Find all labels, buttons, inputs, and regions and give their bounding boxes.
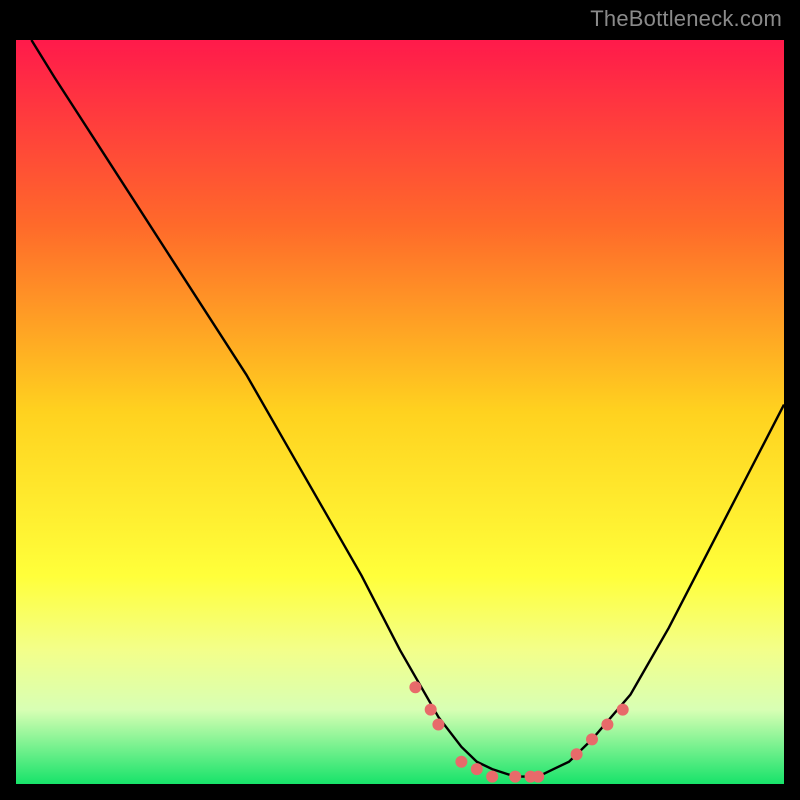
highlight-dot xyxy=(409,681,421,693)
bottleneck-chart xyxy=(16,40,784,784)
highlight-dot xyxy=(432,719,444,731)
watermark-label: TheBottleneck.com xyxy=(590,6,782,32)
highlight-dot xyxy=(471,763,483,775)
highlight-dot xyxy=(601,719,613,731)
highlight-dot xyxy=(571,748,583,760)
highlight-dot xyxy=(486,771,498,783)
highlight-dot xyxy=(532,771,544,783)
highlight-dot xyxy=(586,733,598,745)
chart-background xyxy=(16,40,784,784)
highlight-dot xyxy=(425,704,437,716)
highlight-dot xyxy=(509,771,521,783)
highlight-dot xyxy=(455,756,467,768)
chart-frame xyxy=(16,40,784,784)
highlight-dot xyxy=(617,704,629,716)
